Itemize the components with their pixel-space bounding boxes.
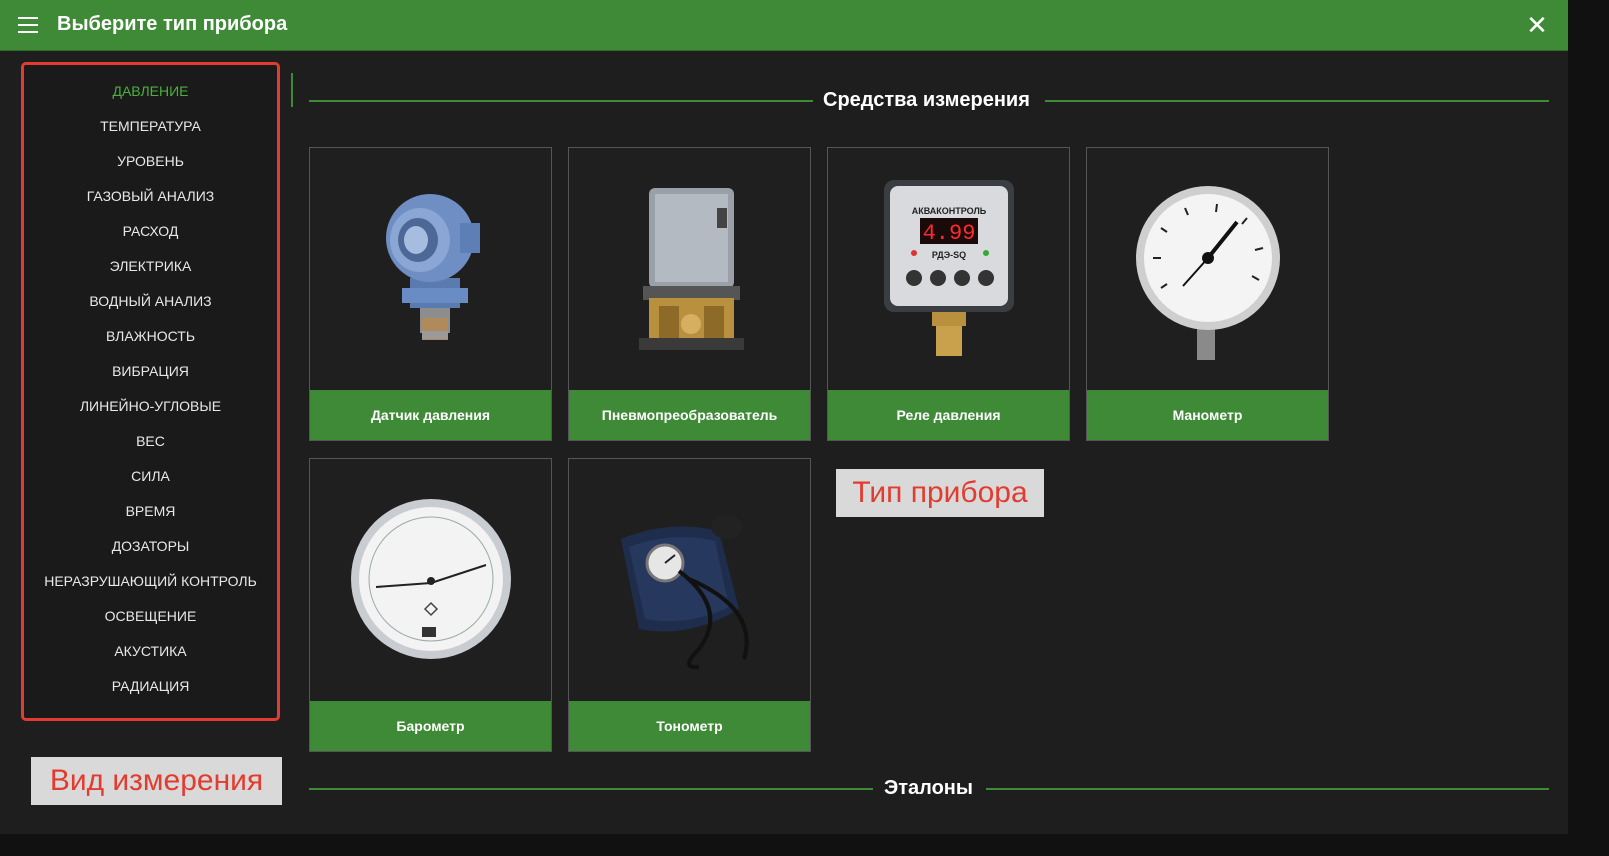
section-title-standards: Эталоны bbox=[884, 777, 973, 799]
hamburger-menu-icon[interactable] bbox=[18, 17, 38, 33]
annotation-measurement-kind: Вид измерения bbox=[31, 757, 282, 805]
sidebar-item-gas-analysis[interactable]: ГАЗОВЫЙ АНАЛИЗ bbox=[24, 188, 277, 204]
device-card-label: Манометр bbox=[1087, 390, 1328, 440]
sidebar-item-radiation[interactable]: РАДИАЦИЯ bbox=[24, 678, 277, 694]
pressure-transmitter-icon bbox=[310, 148, 551, 388]
sidebar-item-temperature[interactable]: ТЕМПЕРАТУРА bbox=[24, 118, 277, 134]
relay-display-value: 4.99 bbox=[923, 221, 976, 246]
pressure-relay-icon: АКВАКОНТРОЛЬ 4.99 РДЭ-SQ bbox=[828, 148, 1069, 388]
device-card-pressure-sensor[interactable]: Датчик давления bbox=[309, 147, 552, 441]
sidebar-item-time[interactable]: ВРЕМЯ bbox=[24, 503, 277, 519]
relay-model-text: РДЭ-SQ bbox=[932, 250, 966, 260]
sidebar-item-dispensers[interactable]: ДОЗАТОРЫ bbox=[24, 538, 277, 554]
device-card-pressure-relay[interactable]: АКВАКОНТРОЛЬ 4.99 РДЭ-SQ Реле давления bbox=[827, 147, 1070, 441]
section-line-right bbox=[1045, 100, 1549, 102]
manometer-icon bbox=[1087, 148, 1328, 388]
device-card-barometer[interactable]: Барометр bbox=[309, 458, 552, 752]
pneumatic-converter-icon bbox=[569, 148, 810, 388]
sidebar-item-water-analysis[interactable]: ВОДНЫЙ АНАЛИЗ bbox=[24, 293, 277, 309]
device-card-label: Тонометр bbox=[569, 701, 810, 751]
sidebar-item-humidity[interactable]: ВЛАЖНОСТЬ bbox=[24, 328, 277, 344]
device-card-pneumatic-converter[interactable]: Пневмопреобразователь bbox=[568, 147, 811, 441]
device-type-dialog: Выберите тип прибора ✕ ДАВЛЕНИЕ ТЕМПЕРАТ… bbox=[0, 0, 1568, 834]
device-card-tonometer[interactable]: Тонометр bbox=[568, 458, 811, 752]
device-card-label: Датчик давления bbox=[310, 390, 551, 440]
device-card-label: Барометр bbox=[310, 701, 551, 751]
sidebar-item-force[interactable]: СИЛА bbox=[24, 468, 277, 484]
section-line-left bbox=[309, 788, 873, 790]
sidebar-item-pressure[interactable]: ДАВЛЕНИЕ bbox=[24, 83, 277, 99]
sidebar-item-weight[interactable]: ВЕС bbox=[24, 433, 277, 449]
relay-brand-text: АКВАКОНТРОЛЬ bbox=[912, 206, 987, 216]
sidebar-item-vibration[interactable]: ВИБРАЦИЯ bbox=[24, 363, 277, 379]
sidebar-item-linear-angular[interactable]: ЛИНЕЙНО-УГЛОВЫЕ bbox=[24, 398, 277, 414]
annotation-device-type: Тип прибора bbox=[836, 469, 1044, 517]
section-line-right bbox=[986, 788, 1549, 790]
section-title-measuring-tools: Средства измерения bbox=[823, 89, 1030, 111]
tonometer-icon bbox=[569, 459, 810, 699]
title-bar: Выберите тип прибора ✕ bbox=[0, 0, 1568, 51]
section-line-left bbox=[309, 100, 813, 102]
device-card-label: Реле давления bbox=[828, 390, 1069, 440]
sidebar-item-acoustics[interactable]: АКУСТИКА bbox=[24, 643, 277, 659]
close-icon[interactable]: ✕ bbox=[1525, 11, 1549, 39]
content-divider bbox=[291, 73, 293, 107]
barometer-icon bbox=[310, 459, 551, 699]
device-card-label: Пневмопреобразователь bbox=[569, 390, 810, 440]
sidebar-item-level[interactable]: УРОВЕНЬ bbox=[24, 153, 277, 169]
sidebar-item-ndt[interactable]: НЕРАЗРУШАЮЩИЙ КОНТРОЛЬ bbox=[24, 573, 277, 589]
sidebar-item-electrics[interactable]: ЭЛЕКТРИКА bbox=[24, 258, 277, 274]
sidebar-item-lighting[interactable]: ОСВЕЩЕНИЕ bbox=[24, 608, 277, 624]
dialog-title: Выберите тип прибора bbox=[57, 13, 288, 35]
device-card-manometer[interactable]: Манометр bbox=[1086, 147, 1329, 441]
measurement-category-list: ДАВЛЕНИЕ ТЕМПЕРАТУРА УРОВЕНЬ ГАЗОВЫЙ АНА… bbox=[21, 62, 280, 721]
sidebar-item-flow[interactable]: РАСХОД bbox=[24, 223, 277, 239]
